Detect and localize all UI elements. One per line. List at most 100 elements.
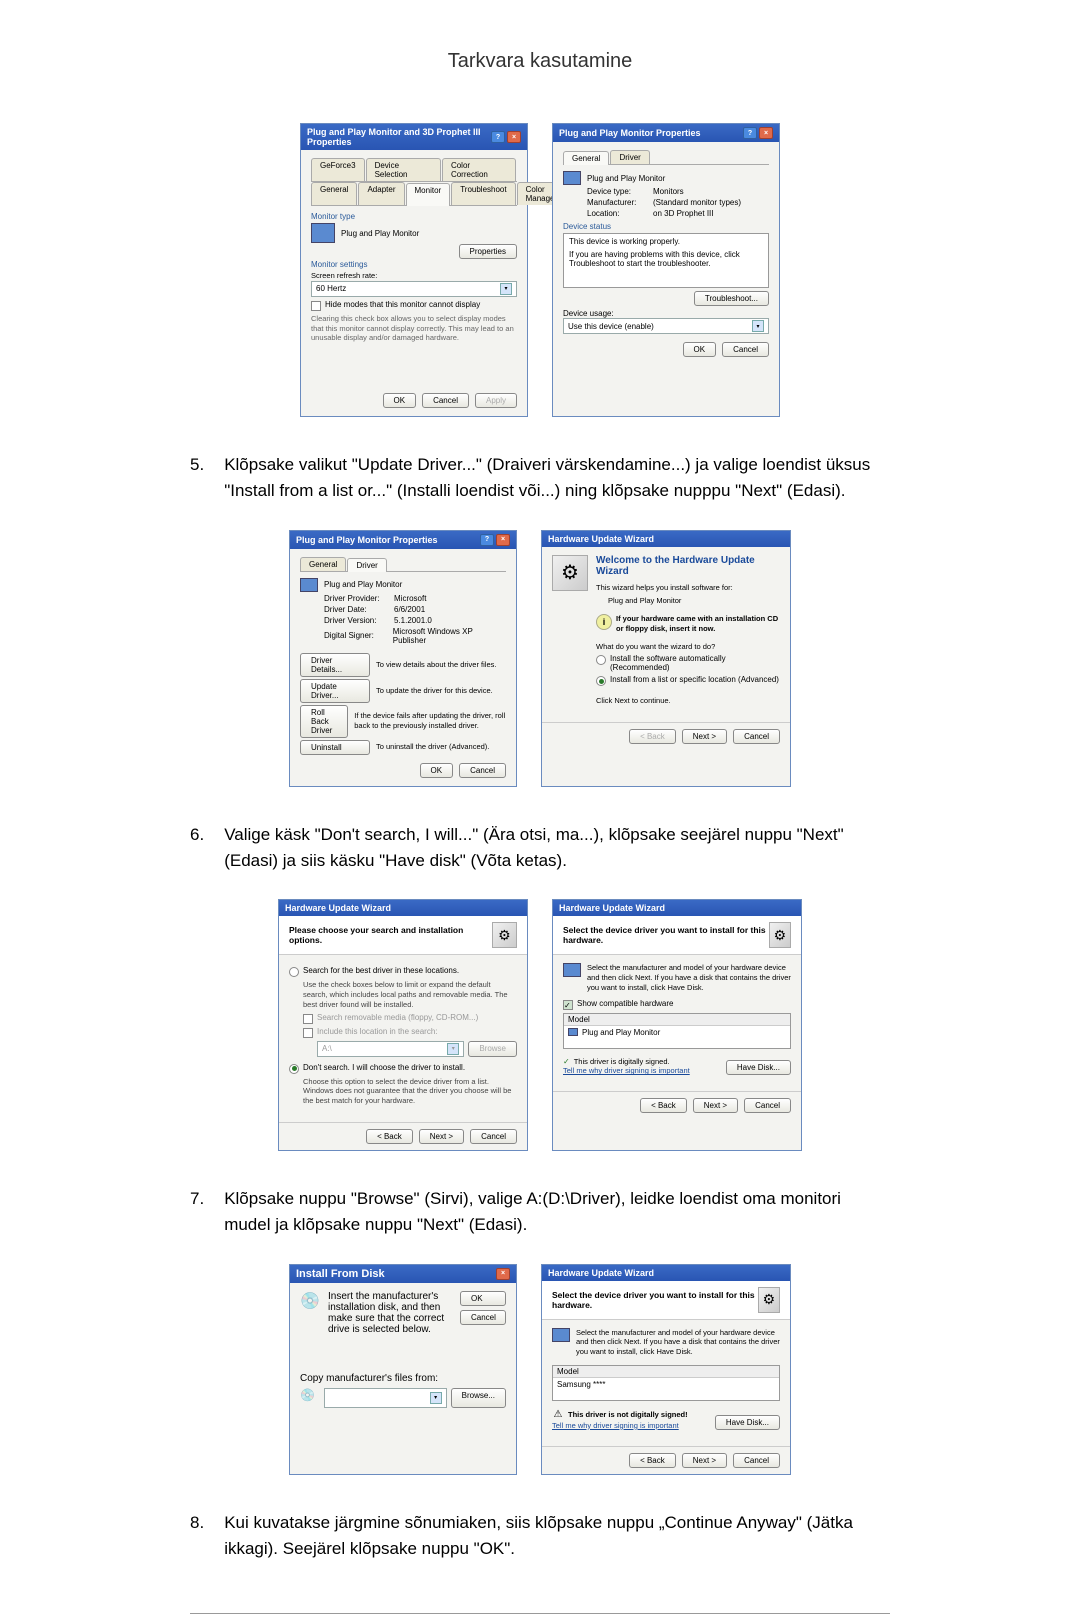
troubleshoot-button[interactable]: Troubleshoot... bbox=[694, 291, 769, 306]
update-desc: To update the driver for this device. bbox=[376, 686, 493, 696]
tab-driver[interactable]: Driver bbox=[347, 558, 386, 572]
signing-link[interactable]: Tell me why driver signing is important bbox=[552, 1421, 679, 1430]
hide-modes-note: Clearing this check box allows you to se… bbox=[311, 314, 517, 343]
cd-note: If your hardware came with an installati… bbox=[616, 614, 780, 634]
provider-value: Microsoft bbox=[394, 594, 426, 603]
driver-details-button[interactable]: Driver Details... bbox=[300, 653, 370, 677]
dialog-hw-wizard-select-driver: Hardware Update Wizard Select the device… bbox=[552, 899, 802, 1151]
wizard-icon: ⚙ bbox=[492, 922, 517, 948]
update-driver-button[interactable]: Update Driver... bbox=[300, 679, 370, 703]
tab-color-correction[interactable]: Color Correction bbox=[442, 158, 516, 181]
apply-button[interactable]: Apply bbox=[475, 393, 517, 408]
screenshot-row-1: Plug and Play Monitor and 3D Prophet III… bbox=[190, 123, 890, 417]
close-icon[interactable]: × bbox=[496, 534, 510, 546]
step-text: Klõpsake valikut "Update Driver..." (Dra… bbox=[224, 452, 890, 505]
dialog-title: Hardware Update Wizard bbox=[285, 903, 391, 913]
tab-adapter[interactable]: Adapter bbox=[358, 182, 404, 205]
path-dropdown[interactable]: ▾ bbox=[324, 1388, 447, 1408]
warning-icon: ⚠ bbox=[552, 1409, 564, 1421]
ok-button[interactable]: OK bbox=[460, 1291, 506, 1306]
close-icon[interactable]: × bbox=[507, 131, 521, 143]
step-text: Klõpsake nuppu "Browse" (Sirvi), valige … bbox=[224, 1186, 890, 1239]
chk-removable bbox=[303, 1014, 313, 1024]
cancel-button[interactable]: Cancel bbox=[733, 1453, 780, 1468]
compat-checkbox[interactable]: ✓ bbox=[563, 1000, 573, 1010]
radio-search[interactable] bbox=[289, 967, 299, 977]
select-desc: Select the manufacturer and model of you… bbox=[587, 963, 791, 992]
next-button[interactable]: Next > bbox=[682, 1453, 727, 1468]
cd-icon: 💿 bbox=[300, 1291, 320, 1311]
tab-general[interactable]: General bbox=[300, 557, 346, 571]
step-number: 7. bbox=[190, 1186, 204, 1239]
instruction-step-6: 6. Valige käsk "Don't search, I will..."… bbox=[190, 822, 890, 875]
close-icon[interactable]: × bbox=[496, 1268, 510, 1280]
tab-row-2: General Adapter Monitor Troubleshoot Col… bbox=[311, 182, 517, 206]
cancel-button[interactable]: Cancel bbox=[460, 1310, 506, 1325]
manufacturer-label: Manufacturer: bbox=[587, 198, 647, 207]
rollback-desc: If the device fails after updating the d… bbox=[354, 711, 506, 731]
screenshot-row-2: Plug and Play Monitor Properties ? × Gen… bbox=[190, 530, 890, 787]
wizard-heading: Select the device driver you want to ins… bbox=[552, 1290, 758, 1310]
model-item[interactable]: Plug and Play Monitor bbox=[582, 1028, 660, 1037]
signed-text: This driver is digitally signed. bbox=[574, 1057, 670, 1067]
have-disk-button[interactable]: Have Disk... bbox=[726, 1060, 791, 1075]
copy-label: Copy manufacturer's files from: bbox=[300, 1373, 506, 1384]
next-button[interactable]: Next > bbox=[682, 729, 727, 744]
radio-auto[interactable] bbox=[596, 655, 606, 665]
cancel-button[interactable]: Cancel bbox=[744, 1098, 791, 1113]
monitor-icon bbox=[552, 1328, 570, 1342]
next-button[interactable]: Next > bbox=[693, 1098, 738, 1113]
tab-device-selection[interactable]: Device Selection bbox=[366, 158, 441, 181]
dialog-title: Plug and Play Monitor Properties bbox=[296, 535, 438, 545]
tab-troubleshoot[interactable]: Troubleshoot bbox=[451, 182, 515, 205]
step-number: 8. bbox=[190, 1510, 204, 1563]
version-label: Driver Version: bbox=[324, 616, 388, 625]
ok-button[interactable]: OK bbox=[420, 763, 454, 778]
close-icon[interactable]: × bbox=[759, 127, 773, 139]
back-button[interactable]: < Back bbox=[629, 729, 676, 744]
dialog-titlebar: Plug and Play Monitor Properties ? × bbox=[290, 531, 516, 549]
uninstall-button[interactable]: Uninstall bbox=[300, 740, 370, 755]
help-icon[interactable]: ? bbox=[491, 131, 505, 143]
cancel-button[interactable]: Cancel bbox=[733, 729, 780, 744]
help-icon[interactable]: ? bbox=[743, 127, 757, 139]
back-button[interactable]: < Back bbox=[629, 1453, 676, 1468]
signing-link[interactable]: Tell me why driver signing is important bbox=[563, 1066, 690, 1075]
tab-driver[interactable]: Driver bbox=[610, 150, 649, 164]
monitor-icon bbox=[300, 578, 318, 592]
chevron-down-icon: ▾ bbox=[447, 1043, 459, 1055]
location-label: Location: bbox=[587, 209, 647, 218]
ok-button[interactable]: OK bbox=[683, 342, 717, 357]
model-item[interactable]: Samsung **** bbox=[553, 1378, 779, 1391]
next-button[interactable]: Next > bbox=[419, 1129, 464, 1144]
screenshot-row-4: Install From Disk × 💿 Insert the manufac… bbox=[190, 1264, 890, 1475]
help-icon[interactable]: ? bbox=[480, 534, 494, 546]
device-status-box: This device is working properly. If you … bbox=[563, 233, 769, 288]
tab-general[interactable]: General bbox=[311, 182, 357, 205]
instruction-step-5: 5. Klõpsake valikut "Update Driver..." (… bbox=[190, 452, 890, 505]
radio-list[interactable] bbox=[596, 676, 606, 686]
back-button[interactable]: < Back bbox=[640, 1098, 687, 1113]
rollback-button[interactable]: Roll Back Driver bbox=[300, 705, 348, 738]
hide-modes-checkbox[interactable] bbox=[311, 301, 321, 311]
tab-monitor[interactable]: Monitor bbox=[406, 183, 451, 206]
refresh-rate-dropdown[interactable]: 60 Hertz ▾ bbox=[311, 281, 517, 297]
have-disk-button[interactable]: Have Disk... bbox=[715, 1415, 780, 1430]
chk-location bbox=[303, 1028, 313, 1038]
cancel-button[interactable]: Cancel bbox=[722, 342, 769, 357]
monitor-type-label: Monitor type bbox=[311, 212, 517, 221]
cancel-button[interactable]: Cancel bbox=[422, 393, 469, 408]
properties-button[interactable]: Properties bbox=[459, 244, 517, 259]
uninstall-desc: To uninstall the driver (Advanced). bbox=[376, 742, 489, 752]
radio-dont-search[interactable] bbox=[289, 1064, 299, 1074]
tab-geforce3[interactable]: GeForce3 bbox=[311, 158, 365, 181]
back-button[interactable]: < Back bbox=[366, 1129, 413, 1144]
tab-general[interactable]: General bbox=[563, 151, 609, 165]
device-usage-dropdown[interactable]: Use this device (enable) ▾ bbox=[563, 318, 769, 334]
browse-button[interactable]: Browse... bbox=[451, 1388, 506, 1408]
cancel-button[interactable]: Cancel bbox=[459, 763, 506, 778]
dialog-titlebar: Hardware Update Wizard bbox=[542, 531, 790, 547]
cancel-button[interactable]: Cancel bbox=[470, 1129, 517, 1144]
dialog-title: Plug and Play Monitor and 3D Prophet III… bbox=[307, 127, 491, 147]
ok-button[interactable]: OK bbox=[383, 393, 417, 408]
